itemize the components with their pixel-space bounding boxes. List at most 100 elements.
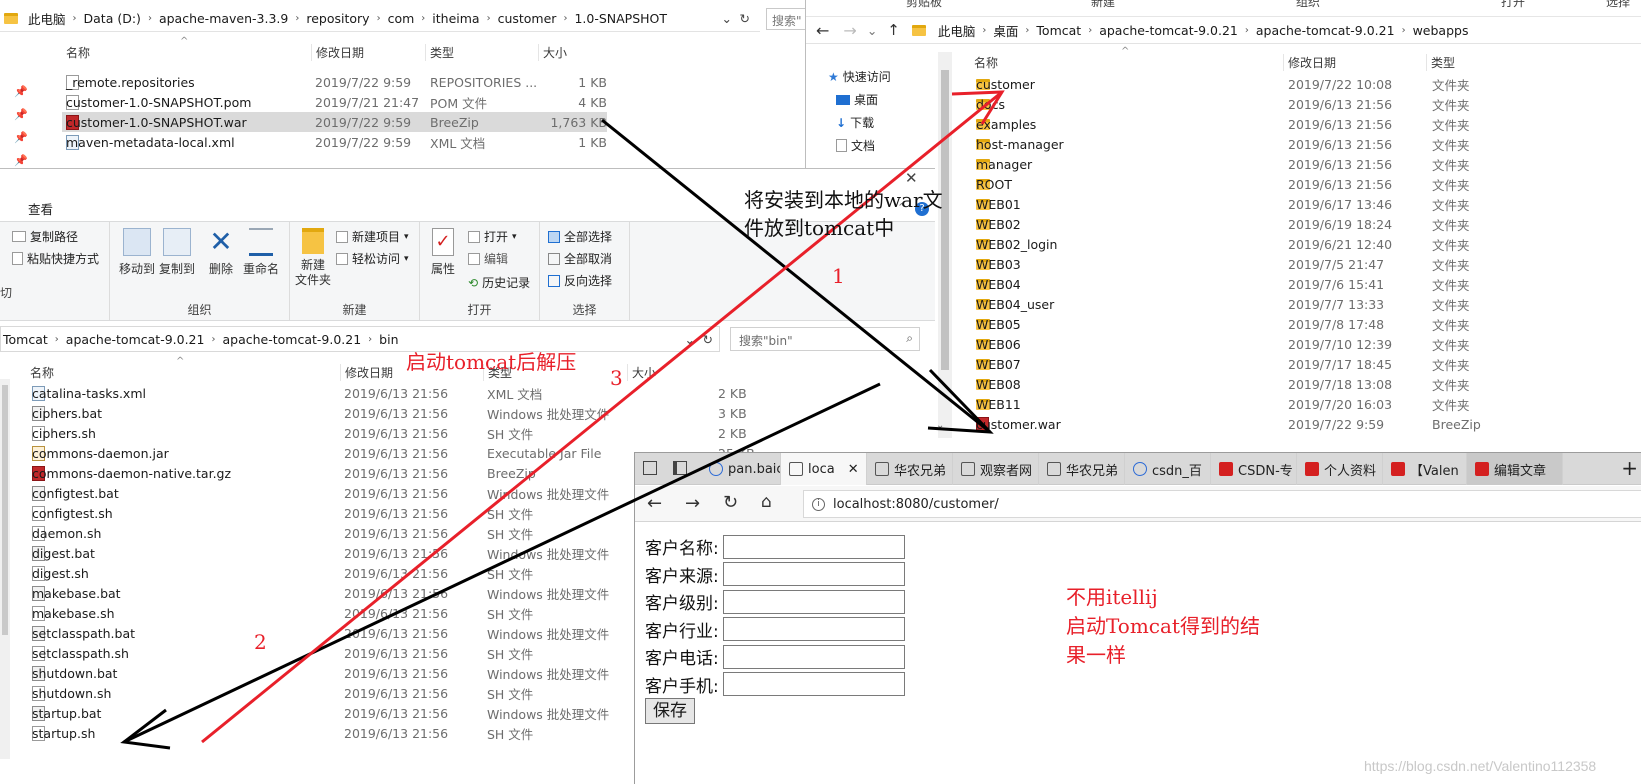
- edit-button[interactable]: 编辑: [468, 250, 508, 267]
- breadcrumb-item[interactable]: 此电脑: [28, 9, 66, 28]
- file-row[interactable]: WEB02 2019/6/19 18:24 文件夹: [972, 214, 1641, 234]
- nav-documents[interactable]: 文档: [836, 137, 875, 154]
- new-tab-button[interactable]: +: [1621, 456, 1638, 480]
- webapps-address-bar[interactable]: ← → ⌄ ↑ 此电脑 › 桌面 › Tomcat › apache-tomcat-9.0.…: [806, 16, 1641, 44]
- file-row[interactable]: commons-daemon.jar 2019/6/13 21:56 Executa…: [28, 443, 755, 463]
- file-row[interactable]: WEB08 2019/7/18 13:08 文件夹: [972, 374, 1641, 394]
- form-input[interactable]: [722, 617, 905, 641]
- col-size[interactable]: 大小: [538, 43, 567, 61]
- nav-desktop[interactable]: 桌面: [836, 91, 878, 108]
- file-row[interactable]: configtest.bat 2019/6/13 21:56 Windows 批处理…: [28, 483, 728, 503]
- forward-arrow-icon[interactable]: →: [843, 21, 856, 40]
- chevron-down-icon[interactable]: ⌄: [685, 332, 695, 347]
- file-row[interactable]: examples 2019/6/13 21:56 文件夹: [972, 114, 1641, 134]
- history-button[interactable]: ⟲ 历史记录: [468, 274, 530, 291]
- file-row[interactable]: startup.sh 2019/6/13 21:56 SH 文件: [28, 724, 728, 744]
- up-arrow-icon[interactable]: ↑: [887, 21, 900, 39]
- browser-tab[interactable]: 观察者网: [953, 453, 1039, 485]
- file-row[interactable]: daemon.sh 2019/6/13 21:56 SH 文件: [28, 523, 728, 543]
- file-row[interactable]: ROOT 2019/6/13 21:56 文件夹: [972, 174, 1641, 194]
- breadcrumb-item[interactable]: customer: [498, 11, 557, 26]
- breadcrumb-item[interactable]: 1.0-SNAPSHOT: [574, 11, 667, 26]
- browser-tab[interactable]: 华农兄弟: [867, 453, 953, 485]
- browser-tab[interactable]: 编辑文章: [1467, 453, 1563, 485]
- copy-path-button[interactable]: 复制路径: [12, 228, 78, 245]
- nav-quick-access[interactable]: ★ 快速访问: [828, 68, 891, 85]
- file-row[interactable]: WEB07 2019/7/17 18:45 文件夹: [972, 354, 1641, 374]
- file-row[interactable]: startup.bat 2019/6/13 21:56 Windows 批处理文件: [28, 704, 728, 724]
- refresh-icon[interactable]: ↻: [703, 332, 713, 347]
- breadcrumb-item[interactable]: webapps: [1413, 23, 1469, 38]
- url-bar[interactable]: i localhost:8080/customer/: [803, 490, 1641, 518]
- file-row[interactable]: WEB01 2019/6/17 13:46 文件夹: [972, 194, 1641, 214]
- file-row[interactable]: customer 2019/7/22 10:08 文件夹: [972, 74, 1641, 94]
- breadcrumb-item[interactable]: apache-maven-3.3.9: [159, 11, 288, 26]
- refresh-icon[interactable]: ↻: [723, 492, 738, 513]
- file-row[interactable]: digest.bat 2019/6/13 21:56 Windows 批处理文件: [28, 543, 728, 563]
- breadcrumb-item[interactable]: Tomcat: [3, 332, 48, 347]
- file-row[interactable]: WEB05 2019/7/8 17:48 文件夹: [972, 314, 1641, 334]
- forward-arrow-icon[interactable]: →: [685, 493, 700, 514]
- file-row[interactable]: WEB04_user 2019/7/7 13:33 文件夹: [972, 294, 1641, 314]
- browser-tab[interactable]: csdn_百: [1125, 453, 1211, 485]
- browser-tab[interactable]: pan.baic: [701, 453, 781, 485]
- easy-access-button[interactable]: 轻松访问 ▾: [336, 250, 409, 267]
- browser-tab[interactable]: 【Valen: [1383, 453, 1467, 485]
- col-type[interactable]: 类型: [425, 43, 454, 61]
- col-name[interactable]: 名称: [30, 364, 54, 381]
- file-row[interactable]: configtest.sh 2019/6/13 21:56 SH 文件: [28, 503, 728, 523]
- breadcrumb-item[interactable]: Tomcat: [1036, 23, 1081, 38]
- breadcrumb-item[interactable]: apache-tomcat-9.0.21: [1256, 23, 1395, 38]
- url-text[interactable]: localhost:8080/customer/: [833, 497, 999, 512]
- file-row[interactable]: makebase.sh 2019/6/13 21:56 SH 文件: [28, 604, 728, 624]
- file-row[interactable]: shutdown.sh 2019/6/13 21:56 SH 文件: [28, 684, 728, 704]
- chevron-down-icon[interactable]: ⌄: [867, 23, 877, 38]
- new-folder-button[interactable]: 新建 文件夹: [290, 228, 336, 288]
- properties-button[interactable]: ✓ 属性: [420, 228, 466, 277]
- refresh-icon[interactable]: ↻: [740, 11, 750, 26]
- breadcrumb-item[interactable]: repository: [306, 11, 369, 26]
- form-input[interactable]: [722, 589, 905, 614]
- tab-overview-icon[interactable]: [643, 461, 657, 475]
- save-button[interactable]: 保存: [645, 698, 695, 724]
- file-row[interactable]: customer-1.0-SNAPSHOT.war 2019/7/22 9:59 B…: [62, 112, 607, 132]
- file-row[interactable]: WEB11 2019/7/20 16:03 文件夹: [972, 394, 1641, 414]
- file-row[interactable]: manager 2019/6/13 21:56 文件夹: [972, 154, 1641, 174]
- maven-search-box[interactable]: 搜索": [766, 8, 805, 30]
- breadcrumb-item[interactable]: apache-tomcat-9.0.21: [66, 332, 205, 347]
- breadcrumb-item[interactable]: itheima: [432, 11, 479, 26]
- tab-aside-icon[interactable]: [673, 461, 687, 475]
- breadcrumb[interactable]: 此电脑 › 桌面 › Tomcat › apache-tomcat-9.0.21 › apach…: [938, 21, 1469, 40]
- breadcrumb[interactable]: 此电脑 › Data (D:) › apache-maven-3.3.9 › reposit…: [28, 9, 667, 28]
- nav-scrollbar[interactable]: [938, 52, 952, 438]
- maven-address-bar[interactable]: 此电脑 › Data (D:) › apache-maven-3.3.9 › reposit…: [0, 6, 760, 32]
- browser-tab[interactable]: 华农兄弟: [1039, 453, 1125, 485]
- bin-address-bar[interactable]: Tomcat › apache-tomcat-9.0.21 › apache-tomca…: [0, 326, 720, 352]
- col-date[interactable]: 修改日期: [340, 363, 393, 381]
- file-row[interactable]: host-manager 2019/6/13 21:56 文件夹: [972, 134, 1641, 154]
- file-row[interactable]: ciphers.sh 2019/6/13 21:56 SH 文件 2 KB: [28, 423, 747, 443]
- chevron-down-icon[interactable]: ⌄: [722, 11, 732, 26]
- col-date[interactable]: 修改日期: [311, 43, 364, 61]
- form-input[interactable]: [722, 644, 905, 669]
- back-arrow-icon[interactable]: ←: [647, 493, 662, 514]
- breadcrumb-item[interactable]: Data (D:): [84, 11, 141, 26]
- file-row[interactable]: makebase.bat 2019/6/13 21:56 Windows 批处理文件: [28, 584, 728, 604]
- file-row[interactable]: setclasspath.bat 2019/6/13 21:56 Windows 批…: [28, 624, 728, 644]
- file-row[interactable]: maven-metadata-local.xml 2019/7/22 9:59 XM…: [62, 132, 607, 152]
- close-icon[interactable]: ✕: [905, 169, 918, 187]
- copy-to-button[interactable]: 复制到: [154, 228, 200, 277]
- new-item-button[interactable]: 新建项目 ▾: [336, 228, 409, 245]
- col-name[interactable]: 名称: [974, 54, 998, 71]
- file-row[interactable]: ciphers.bat 2019/6/13 21:56 Windows 批处理文件 3…: [28, 403, 747, 423]
- col-type[interactable]: 类型: [1426, 53, 1455, 71]
- file-row[interactable]: shutdown.bat 2019/6/13 21:56 Windows 批处理文件: [28, 664, 728, 684]
- file-row[interactable]: WEB04 2019/7/6 15:41 文件夹: [972, 274, 1641, 294]
- open-button[interactable]: 打开 ▾: [468, 228, 517, 245]
- bin-search-box[interactable]: 搜索"bin" ⌕: [730, 327, 920, 351]
- ribbon-tab-view[interactable]: 查看: [28, 199, 53, 218]
- breadcrumb-item[interactable]: bin: [379, 332, 398, 347]
- file-row[interactable]: _remote.repositories 2019/7/22 9:59 REPOSI…: [62, 72, 607, 92]
- browser-tab[interactable]: 个人资料: [1297, 453, 1383, 485]
- file-row[interactable]: commons-daemon-native.tar.gz 2019/6/13 21…: [28, 463, 728, 483]
